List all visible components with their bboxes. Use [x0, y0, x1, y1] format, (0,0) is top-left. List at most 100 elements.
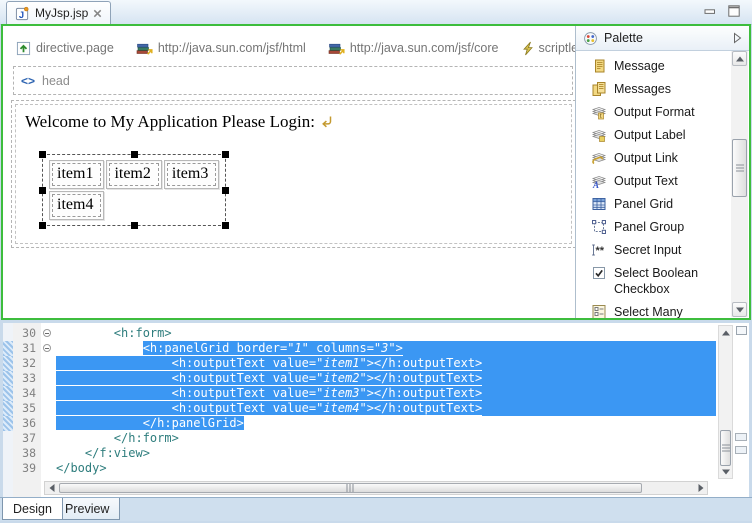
- palette-item-output-format[interactable]: tOutput Format: [591, 104, 711, 120]
- code-text: <h:panelGrid border="1" columns="3">: [56, 341, 403, 356]
- selection-range-indicator: [3, 446, 13, 461]
- taglib-declaration-label: http://java.sun.com/jsf/html: [158, 41, 306, 55]
- selection-fill: [482, 356, 716, 371]
- fold-collapse-icon[interactable]: [43, 329, 51, 337]
- overview-ruler-header[interactable]: [736, 326, 747, 335]
- selection-range-indicator: [3, 461, 13, 476]
- directive-icon: [16, 41, 31, 56]
- palette-item-output-text[interactable]: AOutput Text: [591, 173, 711, 189]
- selection-range-indicator: [3, 416, 13, 431]
- taglib-declaration[interactable]: http://java.sun.com/jsf/html: [136, 41, 306, 56]
- folding-ruler: [41, 386, 56, 401]
- palette-header[interactable]: Palette: [576, 26, 749, 51]
- output-format-icon: t: [591, 104, 607, 120]
- scroll-left-icon[interactable]: [45, 482, 58, 494]
- output-text-value: item2: [109, 163, 158, 186]
- code-text-area[interactable]: 30 <h:form>31 <h:panelGrid border="1" co…: [3, 326, 716, 476]
- output-link-icon: [591, 150, 607, 166]
- vertical-scrollbar-thumb[interactable]: [720, 430, 731, 466]
- selection-handle[interactable]: [131, 151, 138, 158]
- minimize-editor-icon[interactable]: [704, 6, 716, 17]
- selection-handle[interactable]: [39, 187, 46, 194]
- code-line: 34 <h:outputText value="item3"></h:outpu…: [3, 386, 716, 401]
- fold-collapse-icon[interactable]: [43, 344, 51, 352]
- scroll-down-icon[interactable]: [719, 465, 732, 478]
- selection-range-indicator: [3, 371, 13, 386]
- selection-handle[interactable]: [39, 151, 46, 158]
- taglib-declaration[interactable]: directive.page: [16, 41, 114, 56]
- selection-fill: [482, 386, 716, 401]
- tab-design[interactable]: Design: [2, 498, 63, 520]
- source-editor[interactable]: 30 <h:form>31 <h:panelGrid border="1" co…: [3, 323, 749, 497]
- palette-item-label: Message: [614, 58, 665, 74]
- selection-handle[interactable]: [222, 187, 229, 194]
- editor-tab-bar: J MyJsp.jsp: [0, 0, 752, 25]
- form-element-box[interactable]: Welcome to My Application Please Login: …: [15, 104, 572, 244]
- code-line: 31 <h:panelGrid border="1" columns="3">: [3, 341, 716, 356]
- taglib-icon: [328, 41, 345, 56]
- output-text-icon: A: [591, 173, 607, 189]
- maximize-editor-icon[interactable]: [728, 5, 740, 17]
- tab-preview[interactable]: Preview: [55, 498, 120, 520]
- panel-group-icon: [591, 219, 607, 235]
- palette-item-select-boolean-checkbox[interactable]: Select Boolean Checkbox: [591, 265, 711, 297]
- tab-close-icon[interactable]: [93, 9, 102, 18]
- palette-item-output-label[interactable]: Output Label: [591, 127, 711, 143]
- palette-item-label: Panel Grid: [614, 196, 673, 212]
- code-text: <h:form>: [56, 326, 172, 341]
- scroll-right-icon[interactable]: [694, 482, 707, 494]
- folding-ruler: [41, 326, 56, 341]
- palette-item-messages[interactable]: Messages: [591, 81, 711, 97]
- overview-ruler: [734, 323, 749, 497]
- line-number: 38: [13, 446, 41, 461]
- panel-grid-cell[interactable]: item1: [49, 160, 104, 189]
- overview-annotation-mark[interactable]: [735, 433, 747, 441]
- scroll-down-icon[interactable]: [732, 302, 747, 317]
- code-text: </h:form>: [56, 431, 179, 446]
- folding-ruler: [41, 356, 56, 371]
- folding-ruler: [41, 446, 56, 461]
- taglib-declaration[interactable]: scriptlet: [521, 41, 576, 56]
- scroll-up-icon[interactable]: [732, 51, 747, 66]
- palette-expand-icon[interactable]: [733, 32, 742, 44]
- palette-item-secret-input[interactable]: **Secret Input: [591, 242, 711, 258]
- panel-grid-cell[interactable]: item4: [49, 191, 104, 220]
- palette-icon: [583, 31, 598, 46]
- palette-item-panel-grid[interactable]: Panel Grid: [591, 196, 711, 212]
- selection-handle[interactable]: [39, 222, 46, 229]
- panel-grid-cell[interactable]: item3: [164, 160, 219, 189]
- palette-item-select-many-checkbox[interactable]: Select Many Checkbox: [591, 304, 711, 318]
- editor-tab-myjsp[interactable]: J MyJsp.jsp: [6, 1, 111, 24]
- scroll-up-icon[interactable]: [719, 326, 732, 339]
- overview-annotation-mark[interactable]: [735, 446, 747, 454]
- panel-grid-table: item1item2 item3 item4: [48, 159, 220, 221]
- panel-grid-icon: [591, 196, 607, 212]
- panel-grid-selected[interactable]: item1item2 item3 item4: [42, 154, 226, 226]
- code-text: </body>: [56, 461, 107, 476]
- svg-text:A: A: [592, 180, 599, 189]
- panel-grid-cell[interactable]: item2: [106, 160, 161, 189]
- selection-handle[interactable]: [131, 222, 138, 229]
- head-element-box[interactable]: <> head: [13, 66, 573, 95]
- selection-handle[interactable]: [222, 151, 229, 158]
- line-number: 33: [13, 371, 41, 386]
- line-break-icon[interactable]: [320, 115, 333, 129]
- horizontal-scrollbar-thumb[interactable]: [59, 483, 642, 493]
- line-number: 31: [13, 341, 41, 356]
- palette-item-output-link[interactable]: Output Link: [591, 150, 711, 166]
- code-line: 38 </f:view>: [3, 446, 716, 461]
- palette-scrollbar-thumb[interactable]: [732, 139, 747, 197]
- taglib-declaration-label: directive.page: [36, 41, 114, 55]
- selection-fill: [244, 416, 716, 431]
- palette-item-panel-group[interactable]: Panel Group: [591, 219, 711, 235]
- palette-item-label: Output Link: [614, 150, 678, 166]
- design-canvas[interactable]: directive.page http://java.sun.com/jsf/ht…: [3, 26, 575, 318]
- welcome-text: Welcome to My Application Please Login:: [25, 112, 315, 132]
- palette-item-message[interactable]: Message: [591, 58, 711, 74]
- svg-text:J: J: [19, 9, 24, 19]
- welcome-text-line[interactable]: Welcome to My Application Please Login:: [25, 112, 562, 132]
- body-element-box[interactable]: Welcome to My Application Please Login: …: [11, 100, 575, 248]
- selection-handle[interactable]: [222, 222, 229, 229]
- selection-fill: [482, 371, 716, 386]
- taglib-declaration[interactable]: http://java.sun.com/jsf/core: [328, 41, 499, 56]
